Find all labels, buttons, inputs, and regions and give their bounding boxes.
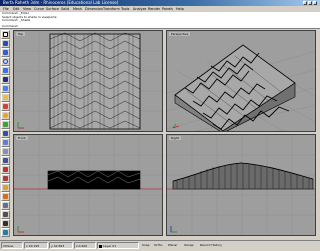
join-icon[interactable] — [1, 183, 10, 192]
command-prompt[interactable]: Command: — [0, 24, 18, 28]
status-layer[interactable]: Layer 01 — [97, 242, 139, 249]
top-view-wireframe — [14, 31, 162, 131]
polyline-icon[interactable] — [1, 48, 10, 57]
viewport-perspective[interactable]: Perspective — [166, 30, 316, 132]
status-cplane[interactable]: CPlane — [1, 242, 23, 249]
status-osnap[interactable]: Osnap — [184, 242, 194, 249]
status-ortho[interactable]: Ortho — [154, 242, 163, 249]
curve-icon[interactable] — [1, 75, 10, 84]
explode-icon[interactable] — [1, 192, 10, 201]
status-planar[interactable]: Planar — [168, 242, 177, 249]
line-icon[interactable] — [1, 39, 10, 48]
move-icon[interactable] — [1, 129, 10, 138]
dimension-icon[interactable] — [1, 210, 10, 219]
pointer-icon[interactable] — [1, 30, 10, 39]
front-view-wireframe — [14, 135, 162, 235]
minimize-button[interactable] — [303, 1, 307, 5]
status-y-coordinate: y 42.893 — [49, 242, 73, 249]
group-icon[interactable] — [1, 201, 10, 210]
mesh-icon[interactable] — [1, 120, 10, 129]
viewport-label[interactable]: Right — [169, 136, 181, 140]
status-z-coordinate: z 0.000 — [74, 242, 96, 249]
viewport-label[interactable]: Perspective — [169, 32, 191, 36]
command-line[interactable]: Command: — [0, 23, 320, 29]
viewport-label[interactable]: Front — [16, 136, 28, 140]
render-icon[interactable] — [1, 228, 10, 237]
sphere-icon[interactable] — [1, 111, 10, 120]
perspective-view-wireframe — [167, 44, 315, 131]
status-bar: CPlane x 20.195 y 42.893 z 0.000 Layer 0… — [0, 240, 320, 251]
status-snap[interactable]: Snap — [142, 242, 150, 249]
viewport-label[interactable]: Top — [16, 32, 26, 36]
trim-icon[interactable] — [1, 165, 10, 174]
status-x-coordinate: x 20.195 — [24, 242, 48, 249]
rectangle-icon[interactable] — [1, 84, 10, 93]
status-record-history[interactable]: Record History — [200, 242, 222, 249]
arc-icon[interactable] — [1, 66, 10, 75]
left-toolbar — [0, 30, 13, 238]
viewport-right[interactable]: Right — [166, 134, 316, 236]
close-button[interactable] — [313, 1, 317, 5]
surface-icon[interactable] — [1, 93, 10, 102]
viewport-front[interactable]: Front — [13, 134, 163, 236]
maximize-button[interactable] — [308, 1, 312, 5]
viewport-top[interactable]: Top — [13, 30, 163, 132]
status-layer-label: Layer 01 — [102, 244, 117, 248]
right-view-wireframe — [167, 135, 315, 235]
split-icon[interactable] — [1, 174, 10, 183]
rotate-icon[interactable] — [1, 138, 10, 147]
layer-color-swatch — [99, 244, 102, 248]
box-icon[interactable] — [1, 102, 10, 111]
text-icon[interactable] — [1, 219, 10, 228]
circle-icon[interactable] — [1, 57, 10, 66]
mirror-icon[interactable] — [1, 156, 10, 165]
scale-icon[interactable] — [1, 147, 10, 156]
